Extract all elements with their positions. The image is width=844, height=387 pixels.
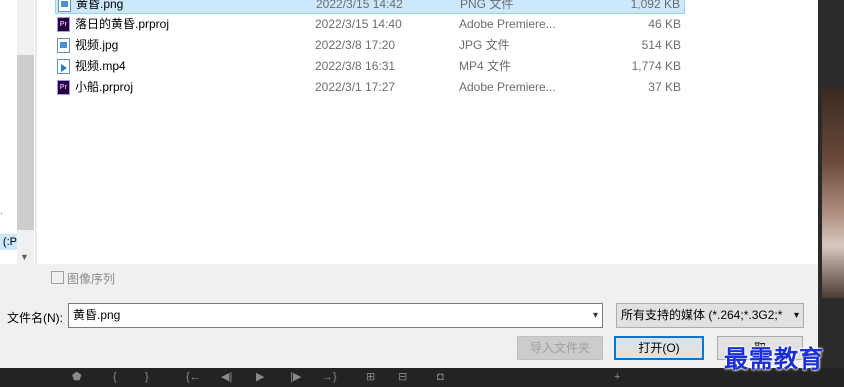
file-type: MP4 文件 (459, 59, 512, 73)
nav-item-drive[interactable]: P:) (0, 234, 17, 250)
file-date: 2022/3/15 14:42 (316, 0, 403, 11)
file-row[interactable]: Pr 小船.prproj 2022/3/1 17:27 Adobe Premie… (55, 77, 685, 98)
file-type-filter[interactable]: 所有支持的媒体 (*.264;*.3G2;* ▾ (616, 303, 804, 328)
insert-icon[interactable]: ⊞ (366, 369, 375, 386)
background-image-preview (822, 88, 844, 298)
go-to-out-icon[interactable]: →} (322, 369, 337, 386)
file-type: Adobe Premiere... (459, 80, 556, 94)
file-name: 黄昏.png (76, 0, 124, 11)
file-name: 落日的黄昏.prproj (75, 17, 170, 31)
camera-icon[interactable]: ◘ (437, 369, 444, 386)
filename-label: 文件名(N): (7, 311, 63, 325)
premiere-project-icon: Pr (57, 17, 70, 32)
mark-out-icon[interactable]: } (145, 369, 149, 386)
file-list: 黄昏.png 2022/3/15 14:42 PNG 文件 1,092 KB P… (37, 0, 818, 264)
filename-input[interactable]: 黄昏.png ▾ (68, 303, 603, 328)
watermark-logo: 最需教育 (724, 344, 824, 373)
file-type: PNG 文件 (460, 0, 514, 11)
nav-tick-mark: · (0, 208, 3, 218)
file-date: 2022/3/15 14:40 (315, 17, 402, 31)
go-to-in-icon[interactable]: {← (186, 369, 201, 386)
navigation-pane: · P:) ▼ (0, 0, 36, 264)
file-type: JPG 文件 (459, 38, 510, 52)
image-sequence-label: 图像序列 (67, 272, 116, 286)
file-size: 1,774 KB (631, 59, 681, 73)
file-name: 视频.mp4 (75, 59, 126, 73)
file-row[interactable]: 视频.jpg 2022/3/8 17:20 JPG 文件 514 KB (55, 35, 685, 56)
file-size: 37 KB (648, 80, 681, 94)
file-date: 2022/3/8 16:31 (315, 59, 396, 73)
premiere-project-icon: Pr (57, 80, 70, 95)
image-file-icon (57, 38, 70, 53)
image-file-icon (58, 0, 71, 12)
marker-icon[interactable]: ⬟ (72, 369, 82, 386)
file-type: Adobe Premiere... (459, 17, 556, 31)
overwrite-icon[interactable]: ⊟ (398, 369, 407, 386)
file-row[interactable]: 黄昏.png 2022/3/15 14:42 PNG 文件 1,092 KB (55, 0, 685, 14)
nav-scrollbar-thumb[interactable] (17, 55, 34, 230)
file-row[interactable]: Pr 落日的黄昏.prproj 2022/3/15 14:40 Adobe Pr… (55, 14, 685, 35)
file-row[interactable]: 视频.mp4 2022/3/8 16:31 MP4 文件 1,774 KB (55, 56, 685, 77)
open-file-dialog: · P:) ▼ 黄昏.png 2022/3/15 14:42 PNG 文件 1,… (0, 0, 818, 368)
file-size: 1,092 KB (630, 0, 680, 11)
background-transport-toolbar: ⬟ { } {← ◀| ▶ |▶ →} ⊞ ⊟ ◘ + (0, 368, 844, 387)
nav-scrollbar[interactable]: ▼ (17, 0, 34, 264)
video-file-icon (57, 59, 70, 74)
file-name: 视频.jpg (75, 38, 119, 52)
background-app-panel (818, 0, 844, 368)
filename-value: 黄昏.png (73, 308, 121, 322)
import-folder-button[interactable]: 导入文件夹 (517, 336, 603, 360)
mark-in-icon[interactable]: { (113, 369, 117, 386)
chevron-down-icon[interactable]: ▾ (790, 304, 799, 327)
file-date: 2022/3/8 17:20 (315, 38, 396, 52)
play-icon[interactable]: ▶ (256, 369, 264, 386)
chevron-down-icon[interactable]: ▾ (593, 304, 598, 327)
add-icon[interactable]: + (614, 369, 620, 386)
file-size: 46 KB (648, 17, 681, 31)
step-back-icon[interactable]: ◀| (221, 369, 232, 386)
image-sequence-checkbox[interactable] (51, 271, 64, 284)
file-name: 小船.prproj (75, 80, 134, 94)
filter-value: 所有支持的媒体 (*.264;*.3G2;* (621, 308, 783, 322)
file-size: 514 KB (641, 38, 681, 52)
scroll-down-arrow-icon[interactable]: ▼ (20, 252, 29, 262)
open-button[interactable]: 打开(O) (614, 336, 704, 360)
file-date: 2022/3/1 17:27 (315, 80, 396, 94)
step-forward-icon[interactable]: |▶ (290, 369, 301, 386)
